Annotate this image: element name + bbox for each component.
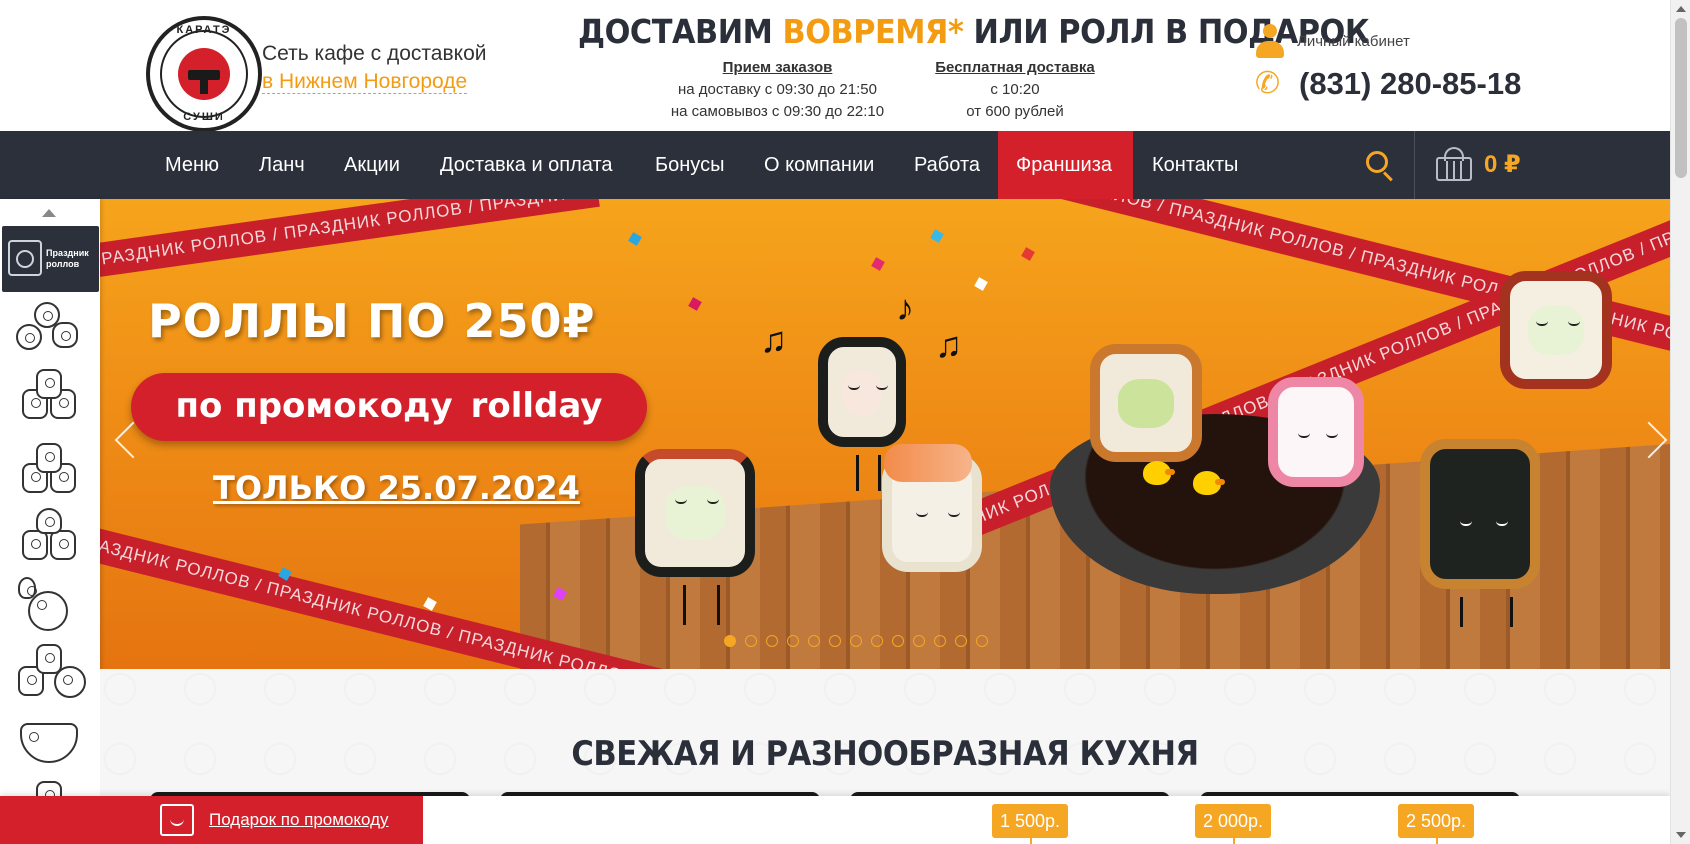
nav-item-about[interactable]: О компании bbox=[746, 131, 892, 199]
sushi-character bbox=[1420, 439, 1540, 627]
slider-dot[interactable] bbox=[955, 635, 967, 647]
nav-item-menu[interactable]: Меню bbox=[147, 131, 237, 199]
scroll-up-icon[interactable] bbox=[1676, 6, 1686, 12]
logo[interactable]: КАРАТЭ СУШИ bbox=[146, 16, 262, 132]
delivery-promise: ДОСТАВИМ ВОВРЕМЯ* ИЛИ РОЛЛ В ПОДАРОК bbox=[578, 12, 1370, 51]
gift-tiers: 1 500р. 2 000р. 2 500р. bbox=[423, 796, 1670, 844]
nav-item-jobs[interactable]: Работа bbox=[896, 131, 998, 199]
category-active-label: Праздник роллов bbox=[46, 248, 89, 269]
nav-item-lunch[interactable]: Ланч bbox=[241, 131, 323, 199]
gift-progress-bar: Подарок по промокоду 1 500р. 2 000р. 2 5… bbox=[0, 796, 1670, 844]
account-link[interactable]: Личный кабинет bbox=[1255, 24, 1410, 58]
tagline-text: Сеть кафе с доставкой bbox=[262, 42, 487, 65]
slider-dot[interactable] bbox=[745, 635, 757, 647]
nav-item-delivery[interactable]: Доставка и оплата bbox=[422, 131, 631, 199]
slider-dot[interactable] bbox=[913, 635, 925, 647]
order-hours: Прием заказов на доставку с 09:30 до 21:… bbox=[650, 57, 905, 123]
sushi-character bbox=[882, 444, 982, 572]
promise-part1: ДОСТАВИМ bbox=[578, 12, 783, 51]
nav-item-bonuses[interactable]: Бонусы bbox=[637, 131, 742, 199]
scroll-thumb[interactable] bbox=[1675, 18, 1687, 178]
free-delivery-time: с 10:20 bbox=[990, 81, 1040, 98]
tagline: Сеть кафе с доставкой в Нижнем Новгороде bbox=[262, 40, 486, 96]
category-scroll-up-icon[interactable] bbox=[42, 209, 56, 217]
order-hours-title[interactable]: Прием заказов bbox=[650, 57, 905, 79]
sets-icon[interactable] bbox=[14, 642, 86, 704]
free-delivery-title[interactable]: Бесплатная доставка bbox=[925, 57, 1105, 79]
promo-banner[interactable]: ПРАЗДНИК РОЛЛОВ / ПРАЗДНИК РОЛЛОВ / ПРАЗ… bbox=[100, 199, 1670, 669]
slider-dots bbox=[724, 635, 988, 647]
free-delivery-min: от 600 рублей bbox=[966, 103, 1064, 120]
gunkan-icon[interactable] bbox=[14, 504, 84, 566]
gift-tier: 2 500р. bbox=[1398, 804, 1475, 844]
phone-number: (831) 280-85-18 bbox=[1299, 66, 1522, 101]
sushi-character bbox=[818, 337, 906, 491]
music-note-icon: ♫ bbox=[935, 324, 962, 365]
slider-dot[interactable] bbox=[724, 635, 736, 647]
phone-icon: ✆ bbox=[1255, 67, 1281, 100]
logo-bottom-text: СУШИ bbox=[183, 111, 225, 123]
baked-rolls-icon[interactable] bbox=[14, 435, 84, 497]
category-sidebar: Праздник роллов bbox=[0, 199, 100, 811]
cart-icon[interactable] bbox=[1434, 145, 1474, 183]
music-note-icon: ♪ bbox=[896, 287, 914, 328]
main-nav: Меню Ланч Акции Доставка и оплата Бонусы… bbox=[0, 131, 1670, 199]
promo-code: rollday bbox=[470, 386, 603, 426]
banner-title: РОЛЛЫ ПО 250₽ bbox=[148, 294, 596, 348]
promise-highlight: ВОВРЕМЯ* bbox=[782, 12, 964, 51]
gift-promo-label: Подарок по промокоду bbox=[209, 810, 389, 829]
slider-dot[interactable] bbox=[934, 635, 946, 647]
rubber-duck bbox=[1193, 471, 1225, 495]
phone-link[interactable]: ✆ (831) 280-85-18 bbox=[1255, 66, 1521, 102]
rubber-duck bbox=[1143, 461, 1175, 485]
slider-dot[interactable] bbox=[871, 635, 883, 647]
slider-dot[interactable] bbox=[892, 635, 904, 647]
fresh-cuisine-section: СВЕЖАЯ И РАЗНООБРАЗНАЯ КУХНЯ bbox=[100, 669, 1670, 799]
gift-bag-icon bbox=[160, 804, 194, 836]
order-hours-delivery: на доставку с 09:30 до 21:50 bbox=[678, 81, 877, 98]
sushi-character bbox=[1268, 377, 1364, 487]
promo-prefix: по промокоду bbox=[175, 386, 453, 426]
site-header: КАРАТЭ СУШИ Сеть кафе с доставкой в Нижн… bbox=[0, 0, 1670, 132]
banner-date: ТОЛЬКО 25.07.2024 bbox=[213, 469, 580, 507]
roll-festival-icon bbox=[8, 240, 42, 276]
rolls-stack-icon[interactable] bbox=[14, 367, 84, 429]
scroll-down-icon[interactable] bbox=[1676, 832, 1686, 838]
promo-code-pill: по промокоду rollday bbox=[131, 373, 647, 441]
slider-dot[interactable] bbox=[850, 635, 862, 647]
sushi-character bbox=[1090, 344, 1202, 462]
sushi-character bbox=[1500, 271, 1612, 389]
category-item-roll-festival[interactable]: Праздник роллов bbox=[2, 226, 99, 292]
music-note-icon: ♫ bbox=[760, 319, 787, 360]
nav-item-franchise[interactable]: Франшиза bbox=[998, 131, 1133, 199]
page-scrollbar[interactable] bbox=[1670, 0, 1690, 844]
slider-dot[interactable] bbox=[829, 635, 841, 647]
gift-tier: 1 500р. bbox=[992, 804, 1069, 844]
city-selector[interactable]: в Нижнем Новгороде bbox=[262, 70, 468, 94]
slider-dot[interactable] bbox=[976, 635, 988, 647]
sushi-character bbox=[635, 449, 755, 625]
order-hours-pickup: на самовывоз с 09:30 до 22:10 bbox=[670, 103, 885, 120]
slider-dot[interactable] bbox=[808, 635, 820, 647]
wok-icon[interactable] bbox=[14, 711, 84, 773]
ribbon-top-left: ПРАЗДНИК РОЛЛОВ / ПРАЗДНИК РОЛЛОВ / ПРАЗ… bbox=[100, 199, 600, 280]
search-icon[interactable] bbox=[1366, 151, 1394, 182]
section-title: СВЕЖАЯ И РАЗНООБРАЗНАЯ КУХНЯ bbox=[571, 734, 1199, 774]
slider-dot[interactable] bbox=[766, 635, 778, 647]
slider-dot[interactable] bbox=[787, 635, 799, 647]
free-delivery-info: Бесплатная доставка с 10:20 от 600 рубле… bbox=[925, 57, 1105, 123]
spicy-rolls-icon[interactable] bbox=[14, 573, 84, 635]
nav-item-contacts[interactable]: Контакты bbox=[1134, 131, 1256, 199]
gift-tier: 2 000р. bbox=[1195, 804, 1272, 844]
user-icon bbox=[1255, 24, 1285, 58]
account-label: Личный кабинет bbox=[1297, 32, 1410, 50]
gift-promo-button[interactable]: Подарок по промокоду bbox=[0, 796, 423, 844]
page: КАРАТЭ СУШИ Сеть кафе с доставкой в Нижн… bbox=[0, 0, 1690, 844]
nav-item-promotions[interactable]: Акции bbox=[326, 131, 418, 199]
rolls-icon[interactable] bbox=[14, 300, 84, 362]
nav-divider bbox=[1414, 131, 1415, 199]
cart-total[interactable]: 0 ₽ bbox=[1484, 131, 1521, 199]
